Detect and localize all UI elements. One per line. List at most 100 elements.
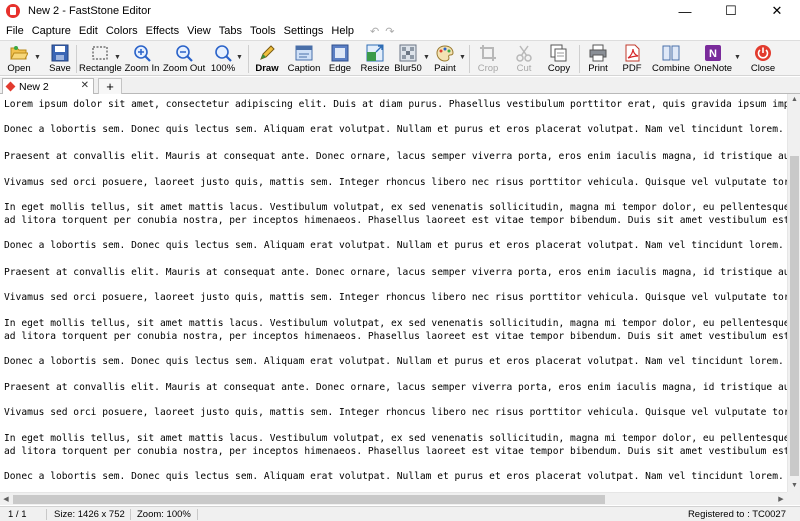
- tab-label: New 2: [19, 80, 49, 93]
- paint-dropdown-icon[interactable]: ▼: [459, 54, 466, 61]
- pdf-icon: [623, 44, 641, 62]
- scissors-icon: [515, 44, 533, 62]
- image-canvas[interactable]: Lorem ipsum dolor sit amet, consectetur …: [0, 94, 787, 492]
- document-line: Praesent at convallis elit. Mauris at co…: [4, 382, 787, 393]
- zoom-in-button[interactable]: Zoom In: [124, 42, 160, 76]
- rectangle-selection-icon: [91, 44, 109, 62]
- menu-help[interactable]: Help: [327, 22, 358, 40]
- menu-edit[interactable]: Edit: [75, 22, 102, 40]
- zoom-100-button[interactable]: 100%: [210, 42, 236, 76]
- draw-button[interactable]: Draw: [253, 42, 281, 76]
- onenote-dropdown-icon[interactable]: ▼: [734, 54, 741, 61]
- tab-modified-icon: [5, 81, 16, 92]
- paint-button[interactable]: Paint: [432, 42, 458, 76]
- menu-capture[interactable]: Capture: [28, 22, 75, 40]
- open-button[interactable]: Open: [4, 42, 34, 76]
- scroll-left-icon[interactable]: ◀: [0, 493, 12, 506]
- save-button[interactable]: Save: [46, 42, 74, 76]
- scroll-corner: [787, 492, 800, 505]
- zoom-actual-icon: [214, 44, 232, 62]
- status-bar: 1 / 1 Size: 1426 x 752 Zoom: 100% Regist…: [0, 506, 800, 521]
- zoom-out-icon: [175, 44, 193, 62]
- horizontal-scrollbar[interactable]: ◀ ▶: [0, 492, 787, 505]
- document-line: ad litora torquent per conubia nostra, p…: [4, 446, 787, 457]
- document-line: Donec a lobortis sem. Donec quis lectus …: [4, 356, 787, 367]
- scroll-up-icon[interactable]: ▲: [788, 94, 800, 106]
- printer-icon: [589, 44, 607, 62]
- scroll-down-icon[interactable]: ▼: [788, 480, 800, 492]
- menu-tools[interactable]: Tools: [246, 22, 280, 40]
- caption-button[interactable]: Caption: [287, 42, 321, 76]
- combine-button[interactable]: Combine: [652, 42, 690, 76]
- minimize-button[interactable]: —: [662, 0, 708, 22]
- status-divider: [197, 509, 198, 520]
- horizontal-scroll-thumb[interactable]: [13, 495, 605, 504]
- document-line: In eget mollis tellus, sit amet mattis l…: [4, 318, 787, 329]
- image-size: Size: 1426 x 752: [54, 509, 125, 520]
- rectangle-dropdown-icon[interactable]: ▼: [114, 54, 121, 61]
- print-button[interactable]: Print: [585, 42, 611, 76]
- blur-icon: [399, 44, 417, 62]
- menu-settings[interactable]: Settings: [280, 22, 328, 40]
- app-logo-icon: [6, 4, 20, 18]
- zoom-out-button[interactable]: Zoom Out: [163, 42, 205, 76]
- document-line: In eget mollis tellus, sit amet mattis l…: [4, 202, 787, 213]
- vertical-scrollbar[interactable]: ▲ ▼: [787, 94, 800, 492]
- toolbar-separator: [579, 45, 580, 73]
- scroll-right-icon[interactable]: ▶: [775, 493, 787, 506]
- window-controls: — ☐ ✕: [662, 0, 800, 22]
- open-dropdown-icon[interactable]: ▼: [34, 54, 41, 61]
- tab-new-2[interactable]: New 2 ✕: [2, 78, 94, 94]
- maximize-button[interactable]: ☐: [708, 0, 754, 22]
- page-indicator: 1 / 1: [8, 509, 27, 520]
- close-window-button[interactable]: ✕: [754, 0, 800, 22]
- menu-file[interactable]: File: [0, 22, 28, 40]
- blur-button[interactable]: Blur50: [394, 42, 422, 76]
- menu-tabs[interactable]: Tabs: [215, 22, 246, 40]
- onenote-icon: N: [704, 44, 722, 62]
- zoom-dropdown-icon[interactable]: ▼: [236, 54, 243, 61]
- toolbar-separator: [469, 45, 470, 73]
- document-line: Donec a lobortis sem. Donec quis lectus …: [4, 240, 787, 251]
- document-line: Praesent at convallis elit. Mauris at co…: [4, 151, 787, 162]
- toolbar-separator: [248, 45, 249, 73]
- menu-effects[interactable]: Effects: [142, 22, 183, 40]
- status-divider: [46, 509, 47, 520]
- document-line: Vivamus sed orci posuere, laoreet justo …: [4, 177, 787, 188]
- menu-colors[interactable]: Colors: [102, 22, 142, 40]
- edge-button[interactable]: Edge: [326, 42, 354, 76]
- status-divider: [130, 509, 131, 520]
- zoom-level: Zoom: 100%: [137, 509, 191, 520]
- copy-button[interactable]: Copy: [544, 42, 574, 76]
- onenote-button[interactable]: N OneNote: [694, 42, 732, 76]
- crop-button[interactable]: Crop: [475, 42, 501, 76]
- svg-text:N: N: [709, 48, 717, 60]
- tab-bar: New 2 ✕ +: [0, 77, 800, 94]
- document-line: ad litora torquent per conubia nostra, p…: [4, 215, 787, 226]
- registration-info: Registered to : TC0027: [687, 509, 786, 520]
- document-line: Lorem ipsum dolor sit amet, consectetur …: [4, 99, 787, 110]
- zoom-in-icon: [133, 44, 151, 62]
- caption-icon: [295, 44, 313, 62]
- paint-palette-icon: [436, 44, 454, 62]
- new-tab-button[interactable]: +: [98, 78, 122, 94]
- toolbar: Open ▼ Save Rectangle ▼ Zoom In Zoom Out…: [0, 40, 800, 76]
- undo-icon[interactable]: ↶: [370, 25, 379, 38]
- vertical-scroll-thumb[interactable]: [790, 156, 799, 476]
- resize-icon: [366, 44, 384, 62]
- document-line: ad litora torquent per conubia nostra, p…: [4, 331, 787, 342]
- power-close-icon: [754, 44, 772, 62]
- document-line: Donec a lobortis sem. Donec quis lectus …: [4, 124, 787, 135]
- floppy-disk-icon: [51, 44, 69, 62]
- close-button[interactable]: Close: [749, 42, 777, 76]
- menu-view[interactable]: View: [183, 22, 215, 40]
- combine-icon: [662, 44, 680, 62]
- redo-icon[interactable]: ↷: [385, 25, 394, 38]
- cut-button[interactable]: Cut: [511, 42, 537, 76]
- pdf-button[interactable]: PDF: [619, 42, 645, 76]
- resize-button[interactable]: Resize: [360, 42, 390, 76]
- tab-close-icon[interactable]: ✕: [81, 80, 89, 91]
- document-line: Vivamus sed orci posuere, laoreet justo …: [4, 292, 787, 303]
- blur-dropdown-icon[interactable]: ▼: [423, 54, 430, 61]
- document-line: Vivamus sed orci posuere, laoreet justo …: [4, 407, 787, 418]
